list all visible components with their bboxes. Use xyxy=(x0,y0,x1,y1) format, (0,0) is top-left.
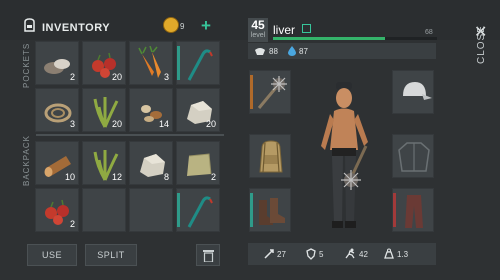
item-count: 20 xyxy=(111,72,122,82)
pocket-slot[interactable]: 20 xyxy=(176,88,220,132)
weight-icon xyxy=(384,248,394,259)
pocket-slot[interactable]: 20 xyxy=(82,88,126,132)
level-number: 45 xyxy=(251,18,265,32)
add-coins-button[interactable]: + xyxy=(201,16,211,36)
backpack-slot[interactable] xyxy=(129,188,173,232)
xp-bar xyxy=(273,37,437,40)
backpack-slot[interactable]: 2 xyxy=(35,188,79,232)
item-count: 2 xyxy=(210,172,216,182)
durability-bar xyxy=(177,193,180,227)
pocket-slot[interactable]: 3 xyxy=(35,88,79,132)
speed-value: 42 xyxy=(359,250,368,259)
trash-button[interactable] xyxy=(196,244,220,266)
item-count: 2 xyxy=(69,72,75,82)
attack-icon xyxy=(264,249,274,259)
level-label: level xyxy=(250,32,266,39)
water-icon xyxy=(288,46,296,56)
split-button[interactable]: SPLIT xyxy=(85,244,137,266)
xp-value: 68 xyxy=(425,29,433,36)
legs-slot[interactable] xyxy=(392,188,434,232)
item-count: 3 xyxy=(163,72,169,82)
player-name: liver xyxy=(273,23,296,37)
food-icon xyxy=(255,48,265,55)
inventory-title: INVENTORY xyxy=(42,22,111,34)
backpack-slot[interactable]: 10 xyxy=(35,141,79,185)
coin-count: 9 xyxy=(180,22,185,31)
body-slot[interactable] xyxy=(392,134,434,178)
level-badge: 45 level xyxy=(248,18,268,42)
weight-value: 1.3 xyxy=(397,250,409,259)
item-count: 2 xyxy=(69,219,75,229)
backpack-slot[interactable] xyxy=(82,188,126,232)
backpack-slot[interactable] xyxy=(249,134,291,178)
weapon-slot[interactable] xyxy=(249,70,291,114)
crowbar-icon xyxy=(187,196,213,228)
backpack-slot[interactable] xyxy=(176,188,220,232)
backpack-slot[interactable]: 12 xyxy=(82,141,126,185)
edit-name-icon[interactable] xyxy=(302,24,311,33)
backpack-slot[interactable]: 8 xyxy=(129,141,173,185)
pocket-slot[interactable] xyxy=(176,41,220,85)
pocket-slot[interactable]: 14 xyxy=(129,88,173,132)
item-count: 8 xyxy=(163,172,169,182)
defense-value: 5 xyxy=(319,250,324,259)
player-character xyxy=(321,82,368,228)
head-slot[interactable] xyxy=(392,70,434,114)
backpack-icon xyxy=(24,18,35,32)
pockets-label: POCKETS xyxy=(22,42,31,88)
item-count: 10 xyxy=(64,172,75,182)
section-divider xyxy=(36,134,224,136)
use-button[interactable]: USE xyxy=(27,244,77,266)
boots-icon xyxy=(259,198,285,225)
defense-icon xyxy=(306,248,316,260)
crowbar-icon xyxy=(187,49,213,81)
pocket-slot[interactable]: 2 xyxy=(35,41,79,85)
item-count: 20 xyxy=(205,119,216,129)
speed-icon xyxy=(345,248,355,259)
backpack-label: BACKPACK xyxy=(22,135,31,186)
spiked-club-icon xyxy=(257,76,287,109)
backpack-icon xyxy=(259,140,283,173)
trash-icon xyxy=(202,249,214,262)
durability-bar xyxy=(177,46,180,80)
item-count: 3 xyxy=(69,119,75,129)
item-count: 14 xyxy=(158,119,169,129)
item-count: 20 xyxy=(111,119,122,129)
pocket-slot[interactable]: 20 xyxy=(82,41,126,85)
water-value: 87 xyxy=(299,47,308,56)
xp-bar-fill xyxy=(273,37,385,40)
cap-icon xyxy=(403,82,432,100)
jacket-icon xyxy=(398,142,430,172)
coin-icon xyxy=(163,17,179,33)
boots-slot[interactable] xyxy=(249,188,291,232)
item-count: 12 xyxy=(111,172,122,182)
close-label[interactable]: CLOSE xyxy=(476,25,487,64)
food-value: 88 xyxy=(269,47,278,56)
pants-icon xyxy=(405,195,423,228)
pocket-slot[interactable]: 3 xyxy=(129,41,173,85)
backpack-slot[interactable]: 2 xyxy=(176,141,220,185)
attack-value: 27 xyxy=(277,250,286,259)
